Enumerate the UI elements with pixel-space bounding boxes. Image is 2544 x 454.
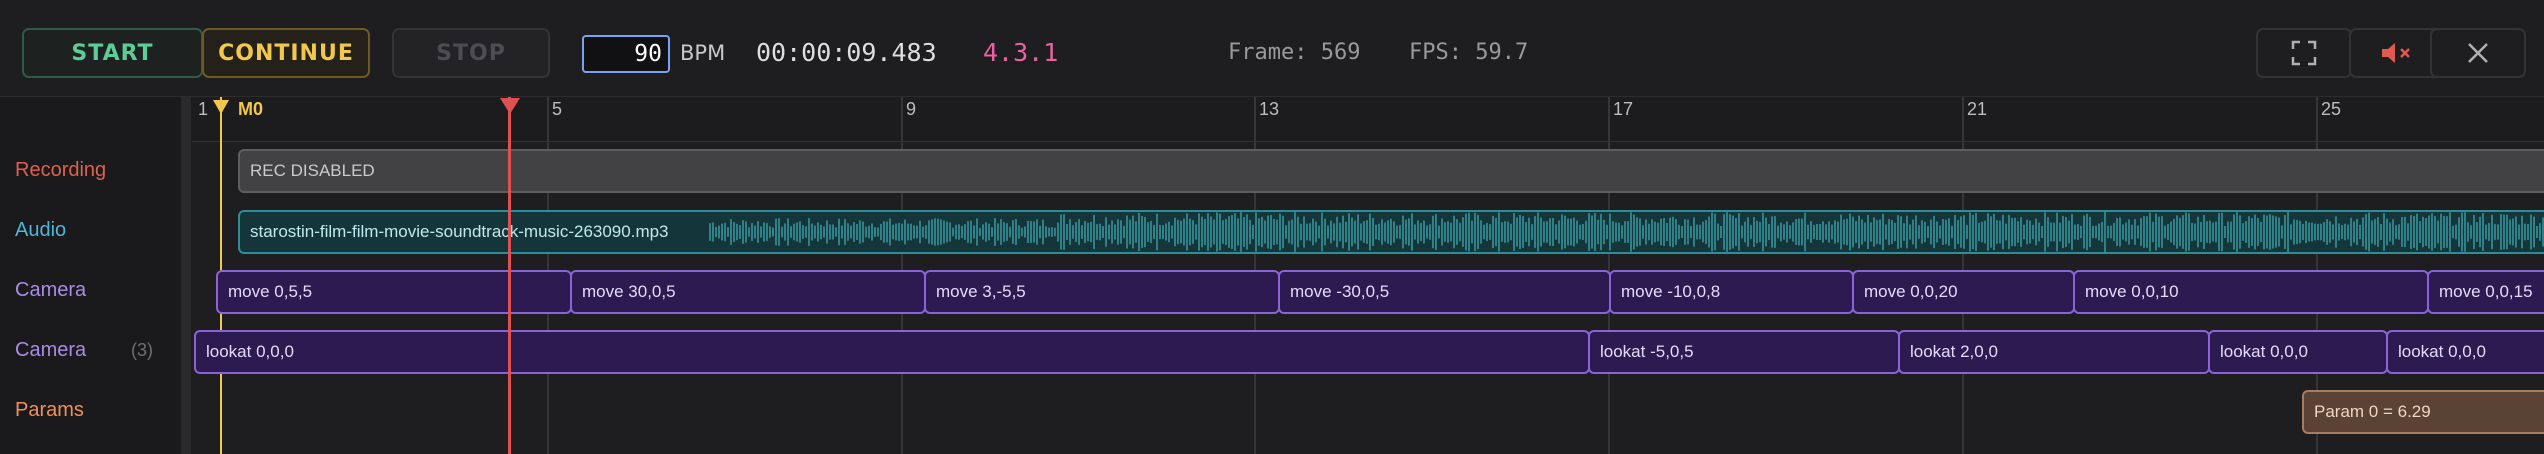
ruler-tick: 21 bbox=[1967, 99, 1988, 119]
stop-button[interactable]: STOP bbox=[392, 28, 550, 78]
camera-move-clip[interactable]: move 30,0,5 bbox=[570, 270, 926, 314]
param-clip[interactable]: Param 0 = 6.29 bbox=[2302, 390, 2544, 434]
lane-label-recording: Recording bbox=[15, 159, 107, 181]
mute-icon bbox=[2382, 43, 2410, 63]
recording-clip[interactable]: REC DISABLED bbox=[238, 149, 2544, 193]
fps-counter: FPS: 59.7 bbox=[1409, 40, 1529, 65]
fullscreen-icon bbox=[2291, 40, 2317, 66]
fullscreen-button[interactable] bbox=[2256, 28, 2352, 78]
lane-label-params: Params bbox=[15, 399, 84, 421]
lane-label-camera: Camera bbox=[15, 279, 87, 301]
ruler-tick: 9 bbox=[906, 99, 917, 119]
camera-move-clip[interactable]: move 0,0,10 bbox=[2073, 270, 2429, 314]
ruler-tick: 1 bbox=[198, 99, 209, 119]
bpm-input[interactable] bbox=[582, 35, 670, 73]
audio-clip-filename: starostin-film-film-movie-soundtrack-mus… bbox=[250, 222, 669, 241]
audio-clip[interactable]: starostin-film-film-movie-soundtrack-mus… bbox=[238, 210, 2544, 254]
close-icon bbox=[2468, 43, 2488, 63]
track-labels: Recording Audio Camera Camera (3) Params bbox=[0, 97, 180, 454]
camera-lookat-clip[interactable]: lookat 0,0,0 bbox=[2208, 330, 2388, 374]
close-button[interactable] bbox=[2430, 28, 2526, 78]
playhead-handle-icon[interactable] bbox=[499, 97, 521, 115]
bpm-label: BPM bbox=[680, 41, 726, 65]
time-display: 00:00:09.483 bbox=[756, 38, 937, 67]
time-ruler[interactable] bbox=[192, 97, 2544, 142]
camera-lookat-clip[interactable]: lookat -5,0,5 bbox=[1588, 330, 1900, 374]
ruler-tick: 13 bbox=[1259, 99, 1280, 119]
camera-move-clip[interactable]: move 0,0,15 bbox=[2427, 270, 2544, 314]
ruler-tick: 25 bbox=[2321, 99, 2342, 119]
camera-move-clip[interactable]: move -10,0,8 bbox=[1609, 270, 1854, 314]
camera-move-clip[interactable]: move 3,-5,5 bbox=[924, 270, 1280, 314]
camera-move-clip[interactable]: move -30,0,5 bbox=[1278, 270, 1611, 314]
lane-scrollbar[interactable] bbox=[181, 97, 191, 454]
camera-lookat-clip[interactable]: lookat 0,0,0 bbox=[194, 330, 1590, 374]
camera-move-clip[interactable]: move 0,0,20 bbox=[1852, 270, 2075, 314]
continue-button[interactable]: CONTINUE bbox=[202, 28, 370, 78]
marker-flag-icon[interactable] bbox=[212, 99, 230, 115]
timeline[interactable]: 1 5 9 13 17 21 25 M0 REC DISABLED staros… bbox=[192, 97, 2544, 454]
ruler-tick: 5 bbox=[552, 99, 563, 119]
marker-label: M0 bbox=[238, 99, 264, 119]
ruler-tick: 17 bbox=[1613, 99, 1634, 119]
lane-label-camera-lookat: Camera bbox=[15, 339, 87, 361]
frame-counter: Frame: 569 bbox=[1228, 40, 1361, 65]
camera-lookat-clip[interactable]: lookat 0,0,0 bbox=[2386, 330, 2544, 374]
position-display: 4.3.1 bbox=[983, 38, 1059, 67]
lane-label-audio: Audio bbox=[15, 219, 67, 241]
playhead[interactable] bbox=[508, 97, 511, 454]
camera-lookat-clip[interactable]: lookat 2,0,0 bbox=[1898, 330, 2210, 374]
transport-toolbar: START CONTINUE STOP BPM 00:00:09.483 4.3… bbox=[0, 0, 2544, 97]
start-button[interactable]: START bbox=[22, 28, 203, 78]
camera-move-clip[interactable]: move 0,5,5 bbox=[216, 270, 572, 314]
lane-count-badge: (3) bbox=[131, 340, 153, 360]
